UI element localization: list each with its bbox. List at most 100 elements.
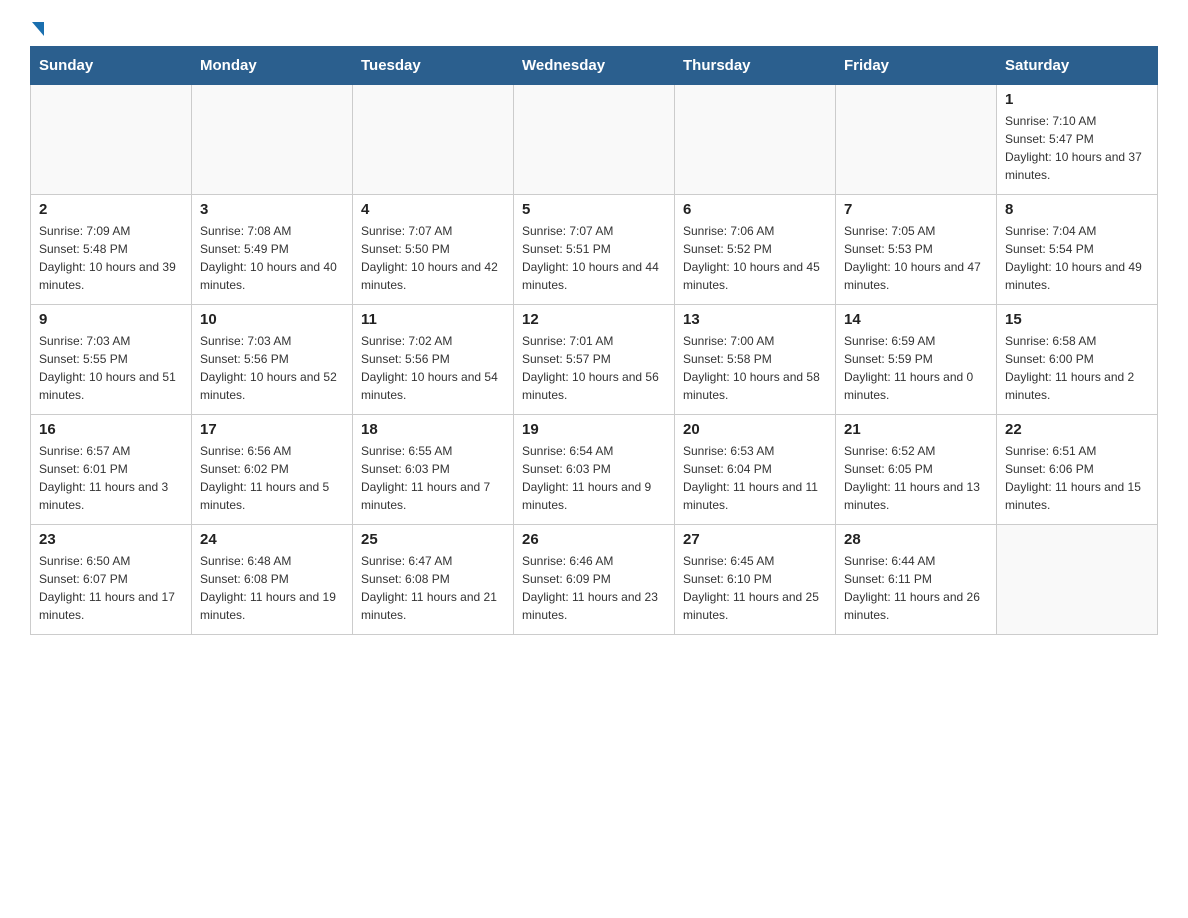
day-info: Sunrise: 7:01 AM Sunset: 5:57 PM Dayligh…: [522, 332, 666, 404]
day-number: 23: [39, 531, 183, 548]
day-number: 27: [683, 531, 827, 548]
day-number: 18: [361, 421, 505, 438]
day-info: Sunrise: 6:59 AM Sunset: 5:59 PM Dayligh…: [844, 332, 988, 404]
day-info: Sunrise: 7:00 AM Sunset: 5:58 PM Dayligh…: [683, 332, 827, 404]
calendar-cell: 8 Sunrise: 7:04 AM Sunset: 5:54 PM Daylig…: [997, 195, 1158, 305]
day-info: Sunrise: 7:10 AM Sunset: 5:47 PM Dayligh…: [1005, 112, 1149, 184]
day-info: Sunrise: 6:46 AM Sunset: 6:09 PM Dayligh…: [522, 552, 666, 624]
weekday-wednesday: Wednesday: [514, 47, 675, 85]
calendar-cell: 10 Sunrise: 7:03 AM Sunset: 5:56 PM Dayli…: [192, 305, 353, 415]
calendar-cell: 16 Sunrise: 6:57 AM Sunset: 6:01 PM Dayli…: [31, 415, 192, 525]
calendar-cell: 18 Sunrise: 6:55 AM Sunset: 6:03 PM Dayli…: [353, 415, 514, 525]
day-info: Sunrise: 7:08 AM Sunset: 5:49 PM Dayligh…: [200, 222, 344, 294]
calendar-week-3: 9 Sunrise: 7:03 AM Sunset: 5:55 PM Daylig…: [31, 305, 1158, 415]
day-number: 25: [361, 531, 505, 548]
weekday-thursday: Thursday: [675, 47, 836, 85]
day-number: 26: [522, 531, 666, 548]
calendar-cell: 19Sunrise: 6:54 AM Sunset: 6:03 PM Dayli…: [514, 415, 675, 525]
calendar-cell: 22 Sunrise: 6:51 AM Sunset: 6:06 PM Dayli…: [997, 415, 1158, 525]
calendar-cell: [31, 85, 192, 195]
day-info: Sunrise: 7:06 AM Sunset: 5:52 PM Dayligh…: [683, 222, 827, 294]
calendar-cell: [675, 85, 836, 195]
calendar-cell: 13 Sunrise: 7:00 AM Sunset: 5:58 PM Dayli…: [675, 305, 836, 415]
calendar-cell: 3 Sunrise: 7:08 AM Sunset: 5:49 PM Daylig…: [192, 195, 353, 305]
calendar-cell: 17 Sunrise: 6:56 AM Sunset: 6:02 PM Dayli…: [192, 415, 353, 525]
calendar-cell: [353, 85, 514, 195]
day-info: Sunrise: 7:04 AM Sunset: 5:54 PM Dayligh…: [1005, 222, 1149, 294]
calendar-body: 1 Sunrise: 7:10 AM Sunset: 5:47 PM Daylig…: [31, 85, 1158, 635]
day-number: 1: [1005, 91, 1149, 108]
calendar-cell: 5 Sunrise: 7:07 AM Sunset: 5:51 PM Daylig…: [514, 195, 675, 305]
calendar-cell: 23 Sunrise: 6:50 AM Sunset: 6:07 PM Dayli…: [31, 525, 192, 635]
calendar-week-1: 1 Sunrise: 7:10 AM Sunset: 5:47 PM Daylig…: [31, 85, 1158, 195]
logo-arrow-icon: [32, 22, 44, 36]
calendar-week-5: 23 Sunrise: 6:50 AM Sunset: 6:07 PM Dayli…: [31, 525, 1158, 635]
calendar-cell: [836, 85, 997, 195]
day-number: 22: [1005, 421, 1149, 438]
day-info: Sunrise: 6:56 AM Sunset: 6:02 PM Dayligh…: [200, 442, 344, 514]
day-number: 13: [683, 311, 827, 328]
calendar-cell: 2Sunrise: 7:09 AM Sunset: 5:48 PM Daylig…: [31, 195, 192, 305]
weekday-monday: Monday: [192, 47, 353, 85]
calendar-cell: 11 Sunrise: 7:02 AM Sunset: 5:56 PM Dayli…: [353, 305, 514, 415]
day-number: 19: [522, 421, 666, 438]
day-info: Sunrise: 6:58 AM Sunset: 6:00 PM Dayligh…: [1005, 332, 1149, 404]
calendar-cell: 27Sunrise: 6:45 AM Sunset: 6:10 PM Dayli…: [675, 525, 836, 635]
day-number: 20: [683, 421, 827, 438]
calendar-cell: [192, 85, 353, 195]
day-number: 9: [39, 311, 183, 328]
calendar-cell: 25 Sunrise: 6:47 AM Sunset: 6:08 PM Dayli…: [353, 525, 514, 635]
day-info: Sunrise: 7:05 AM Sunset: 5:53 PM Dayligh…: [844, 222, 988, 294]
calendar-cell: 26 Sunrise: 6:46 AM Sunset: 6:09 PM Dayli…: [514, 525, 675, 635]
day-info: Sunrise: 7:03 AM Sunset: 5:55 PM Dayligh…: [39, 332, 183, 404]
day-number: 11: [361, 311, 505, 328]
calendar-week-2: 2Sunrise: 7:09 AM Sunset: 5:48 PM Daylig…: [31, 195, 1158, 305]
day-number: 28: [844, 531, 988, 548]
calendar-cell: 7 Sunrise: 7:05 AM Sunset: 5:53 PM Daylig…: [836, 195, 997, 305]
day-info: Sunrise: 6:47 AM Sunset: 6:08 PM Dayligh…: [361, 552, 505, 624]
day-info: Sunrise: 6:51 AM Sunset: 6:06 PM Dayligh…: [1005, 442, 1149, 514]
day-number: 17: [200, 421, 344, 438]
day-info: Sunrise: 7:07 AM Sunset: 5:50 PM Dayligh…: [361, 222, 505, 294]
day-number: 15: [1005, 311, 1149, 328]
calendar-cell: 14 Sunrise: 6:59 AM Sunset: 5:59 PM Dayli…: [836, 305, 997, 415]
weekday-header-row: SundayMondayTuesdayWednesdayThursdayFrid…: [31, 47, 1158, 85]
day-info: Sunrise: 7:07 AM Sunset: 5:51 PM Dayligh…: [522, 222, 666, 294]
calendar-cell: 12 Sunrise: 7:01 AM Sunset: 5:57 PM Dayli…: [514, 305, 675, 415]
calendar-header: SundayMondayTuesdayWednesdayThursdayFrid…: [31, 47, 1158, 85]
calendar-cell: 20 Sunrise: 6:53 AM Sunset: 6:04 PM Dayli…: [675, 415, 836, 525]
day-info: Sunrise: 6:50 AM Sunset: 6:07 PM Dayligh…: [39, 552, 183, 624]
day-info: Sunrise: 6:57 AM Sunset: 6:01 PM Dayligh…: [39, 442, 183, 514]
calendar-cell: [997, 525, 1158, 635]
day-number: 14: [844, 311, 988, 328]
day-info: Sunrise: 7:09 AM Sunset: 5:48 PM Dayligh…: [39, 222, 183, 294]
calendar-cell: 15 Sunrise: 6:58 AM Sunset: 6:00 PM Dayli…: [997, 305, 1158, 415]
calendar-table: SundayMondayTuesdayWednesdayThursdayFrid…: [30, 46, 1158, 635]
calendar-cell: 28Sunrise: 6:44 AM Sunset: 6:11 PM Dayli…: [836, 525, 997, 635]
day-number: 6: [683, 201, 827, 218]
calendar-cell: 24 Sunrise: 6:48 AM Sunset: 6:08 PM Dayli…: [192, 525, 353, 635]
day-number: 21: [844, 421, 988, 438]
day-number: 8: [1005, 201, 1149, 218]
day-number: 4: [361, 201, 505, 218]
day-number: 16: [39, 421, 183, 438]
day-info: Sunrise: 6:53 AM Sunset: 6:04 PM Dayligh…: [683, 442, 827, 514]
day-info: Sunrise: 7:03 AM Sunset: 5:56 PM Dayligh…: [200, 332, 344, 404]
day-number: 5: [522, 201, 666, 218]
day-number: 7: [844, 201, 988, 218]
weekday-friday: Friday: [836, 47, 997, 85]
calendar-cell: 6 Sunrise: 7:06 AM Sunset: 5:52 PM Daylig…: [675, 195, 836, 305]
weekday-sunday: Sunday: [31, 47, 192, 85]
calendar-cell: 9 Sunrise: 7:03 AM Sunset: 5:55 PM Daylig…: [31, 305, 192, 415]
day-info: Sunrise: 6:55 AM Sunset: 6:03 PM Dayligh…: [361, 442, 505, 514]
day-number: 3: [200, 201, 344, 218]
calendar-cell: 1 Sunrise: 7:10 AM Sunset: 5:47 PM Daylig…: [997, 85, 1158, 195]
day-info: Sunrise: 7:02 AM Sunset: 5:56 PM Dayligh…: [361, 332, 505, 404]
day-info: Sunrise: 6:48 AM Sunset: 6:08 PM Dayligh…: [200, 552, 344, 624]
day-number: 10: [200, 311, 344, 328]
weekday-saturday: Saturday: [997, 47, 1158, 85]
day-number: 24: [200, 531, 344, 548]
day-number: 12: [522, 311, 666, 328]
weekday-tuesday: Tuesday: [353, 47, 514, 85]
calendar-cell: [514, 85, 675, 195]
